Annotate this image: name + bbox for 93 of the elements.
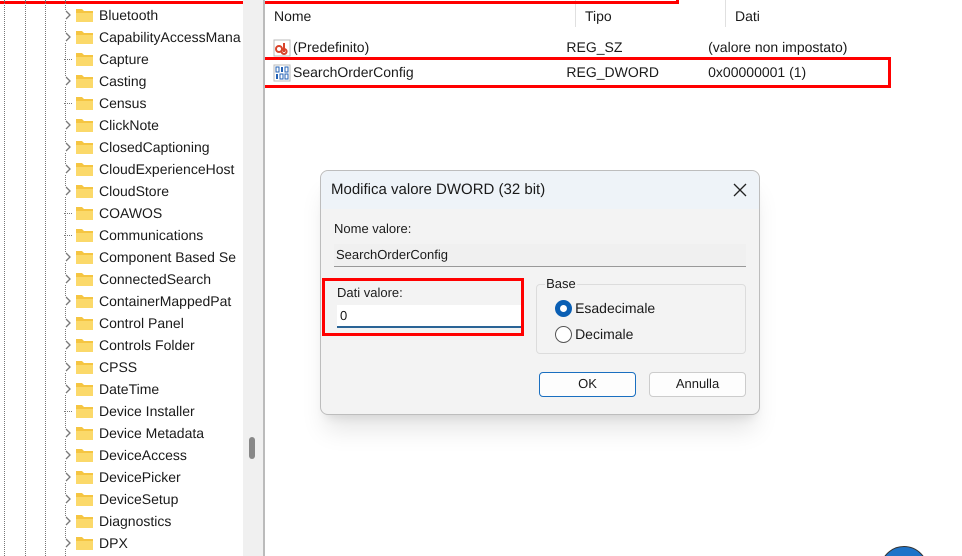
column-header[interactable]: Dati bbox=[725, 0, 925, 27]
value-data: (valore non impostato) bbox=[707, 38, 848, 57]
radio-button[interactable] bbox=[555, 326, 572, 343]
expand-chevron-icon[interactable] bbox=[64, 362, 72, 372]
radio-label: Esadecimale bbox=[575, 299, 656, 318]
folder-icon bbox=[75, 249, 94, 265]
tree-item[interactable]: ClickNote bbox=[99, 114, 159, 136]
value-data: 0x00000001 (1) bbox=[707, 63, 808, 82]
expand-chevron-icon[interactable] bbox=[64, 318, 72, 328]
column-header[interactable]: Tipo bbox=[575, 0, 725, 27]
tree-item[interactable]: CapabilityAccessMana bbox=[99, 26, 241, 48]
expand-chevron-icon[interactable] bbox=[64, 340, 72, 350]
tree-item[interactable]: CloudExperienceHost bbox=[99, 158, 234, 180]
expand-chevron-icon[interactable] bbox=[64, 186, 72, 196]
dialog-button[interactable]: Annulla bbox=[649, 372, 746, 396]
folder-icon bbox=[75, 205, 94, 221]
column-header[interactable]: Nome bbox=[265, 0, 575, 27]
expand-chevron-icon[interactable] bbox=[64, 142, 72, 152]
tree-item[interactable]: Device Installer bbox=[99, 400, 195, 422]
folder-icon bbox=[75, 95, 94, 111]
folder-icon bbox=[75, 73, 94, 89]
value-type: REG_SZ bbox=[565, 38, 624, 57]
folder-icon bbox=[75, 139, 94, 155]
close-icon[interactable] bbox=[733, 183, 747, 197]
folder-icon bbox=[75, 447, 94, 463]
expand-chevron-icon[interactable] bbox=[64, 516, 72, 526]
field-label: Dati valore: bbox=[337, 284, 404, 302]
value-type: REG_DWORD bbox=[565, 63, 660, 82]
expand-chevron-icon[interactable] bbox=[64, 32, 72, 42]
tree-item[interactable]: Casting bbox=[99, 70, 146, 92]
expand-chevron-icon[interactable] bbox=[64, 252, 72, 262]
tree-item[interactable]: Census bbox=[99, 92, 146, 114]
expand-chevron-icon[interactable] bbox=[64, 274, 72, 284]
tree-item[interactable]: Control Panel bbox=[99, 312, 184, 334]
tree-item[interactable]: ConnectedSearch bbox=[99, 268, 212, 290]
radio-button[interactable] bbox=[555, 300, 572, 317]
scrollbar-thumb[interactable] bbox=[249, 437, 255, 459]
expand-chevron-icon[interactable] bbox=[64, 296, 72, 306]
folder-icon bbox=[75, 469, 94, 485]
value-name: SearchOrderConfig bbox=[293, 63, 414, 82]
field-label: Nome valore: bbox=[334, 220, 412, 238]
folder-icon bbox=[75, 491, 94, 507]
folder-icon bbox=[75, 535, 94, 551]
tree-item[interactable]: Communications bbox=[99, 224, 204, 246]
tree-item[interactable]: DeviceSetup bbox=[99, 488, 178, 510]
expand-chevron-icon[interactable] bbox=[64, 120, 72, 130]
tree-item[interactable]: Component Based Se bbox=[99, 246, 236, 268]
radio-label: Decimale bbox=[575, 325, 634, 344]
tree-item[interactable]: CPSS bbox=[99, 356, 138, 378]
tree-item[interactable]: ClosedCaptioning bbox=[99, 136, 210, 158]
expand-chevron-icon[interactable] bbox=[64, 76, 72, 86]
folder-icon bbox=[75, 117, 94, 133]
folder-icon bbox=[75, 403, 94, 419]
tree-item[interactable]: COAWOS bbox=[99, 202, 162, 224]
folder-icon bbox=[75, 381, 94, 397]
folder-icon bbox=[75, 315, 94, 331]
folder-icon bbox=[75, 183, 94, 199]
folder-icon bbox=[75, 337, 94, 353]
tree-item[interactable]: DeviceAccess bbox=[99, 444, 187, 466]
expand-chevron-icon[interactable] bbox=[64, 164, 72, 174]
tree-item[interactable]: DateTime bbox=[99, 378, 160, 400]
expand-chevron-icon[interactable] bbox=[64, 384, 72, 394]
folder-icon bbox=[75, 359, 94, 375]
value-row[interactable]: SearchOrderConfig REG_DWORD 0x00000001 (1) bbox=[265, 60, 888, 85]
folder-icon bbox=[75, 7, 94, 23]
tree-item[interactable]: ContainerMappedPat bbox=[99, 290, 232, 312]
value-data-field[interactable]: 0 bbox=[337, 305, 521, 328]
tree-item[interactable]: Controls Folder bbox=[99, 334, 195, 356]
tree-item[interactable]: DPX bbox=[99, 532, 128, 554]
expand-chevron-icon[interactable] bbox=[64, 538, 72, 548]
tree-item[interactable]: Device Metadata bbox=[99, 422, 204, 444]
folder-icon bbox=[75, 513, 94, 529]
value-row[interactable]: (Predefinito) REG_SZ (valore non impostato) bbox=[265, 35, 888, 60]
tree-item[interactable]: CloudStore bbox=[99, 180, 170, 202]
dialog-title: Modifica valore DWORD (32 bit) bbox=[331, 180, 546, 200]
folder-icon bbox=[75, 161, 94, 177]
dialog-button[interactable]: OK bbox=[539, 372, 636, 396]
expand-chevron-icon[interactable] bbox=[64, 450, 72, 460]
folder-icon bbox=[75, 51, 94, 67]
tree-item[interactable]: DevicePicker bbox=[99, 466, 181, 488]
folder-icon bbox=[75, 271, 94, 287]
expand-chevron-icon[interactable] bbox=[64, 428, 72, 438]
folder-icon bbox=[75, 425, 94, 441]
value-name: (Predefinito) bbox=[293, 38, 370, 57]
expand-chevron-icon[interactable] bbox=[64, 472, 72, 482]
tree-item[interactable]: Capture bbox=[99, 48, 149, 70]
folder-icon bbox=[75, 227, 94, 243]
tree-item[interactable]: Diagnostics bbox=[99, 510, 172, 532]
tree-item[interactable]: Bluetooth bbox=[99, 4, 158, 26]
expand-chevron-icon[interactable] bbox=[64, 494, 72, 504]
expand-chevron-icon[interactable] bbox=[64, 10, 72, 20]
folder-icon bbox=[75, 29, 94, 45]
folder-icon bbox=[75, 293, 94, 309]
